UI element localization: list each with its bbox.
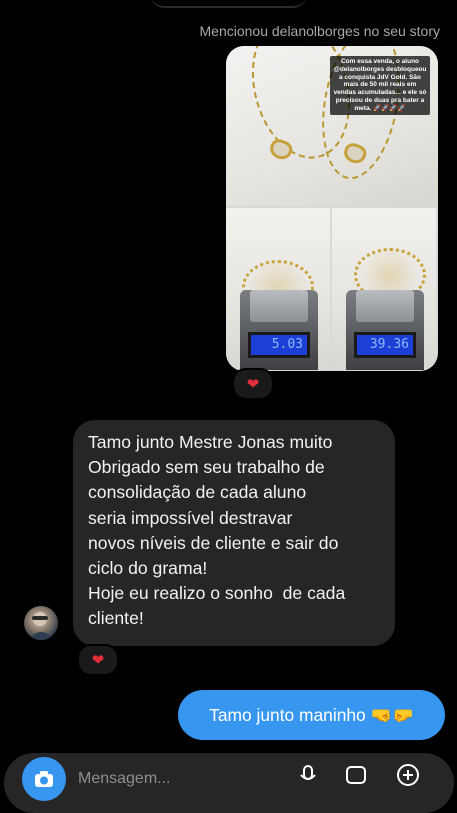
- message-composer[interactable]: [4, 753, 454, 813]
- avatar-photo: [28, 612, 54, 640]
- microphone-icon[interactable]: [296, 763, 320, 787]
- scale-plate: [250, 290, 308, 322]
- story-preview[interactable]: Com essa venda, o aluno @delanolborges d…: [226, 46, 438, 371]
- scale-display: 5.03: [248, 332, 310, 358]
- scale-display: 39.36: [354, 332, 416, 358]
- message-input[interactable]: Mensagem...: [78, 770, 170, 788]
- digital-scale: 39.36: [346, 290, 424, 370]
- story-reaction-heart[interactable]: ❤: [232, 368, 274, 400]
- camera-icon: [35, 771, 53, 787]
- add-icon[interactable]: [396, 763, 420, 787]
- digital-scale: 5.03: [240, 290, 318, 370]
- camera-button[interactable]: [22, 757, 66, 801]
- message-reaction-heart[interactable]: ❤: [77, 644, 119, 676]
- story-mention-label: Mencionou delanolborges no seu story: [199, 23, 441, 39]
- story-photo-necklaces: Com essa venda, o aluno @delanolborges d…: [226, 46, 438, 206]
- scale-plate: [356, 290, 414, 322]
- story-photo-scale-right: 39.36: [332, 208, 436, 371]
- outgoing-message[interactable]: Tamo junto maninho 🤜🤛: [178, 690, 445, 740]
- story-photo-scale-left: 5.03: [226, 208, 330, 371]
- status-bar-notch: [150, 0, 307, 8]
- story-caption: Com essa venda, o aluno @delanolborges d…: [330, 56, 430, 115]
- avatar[interactable]: [24, 606, 58, 640]
- incoming-message[interactable]: Tamo junto Mestre Jonas muito Obrigado s…: [73, 420, 395, 646]
- gallery-icon[interactable]: [344, 763, 368, 787]
